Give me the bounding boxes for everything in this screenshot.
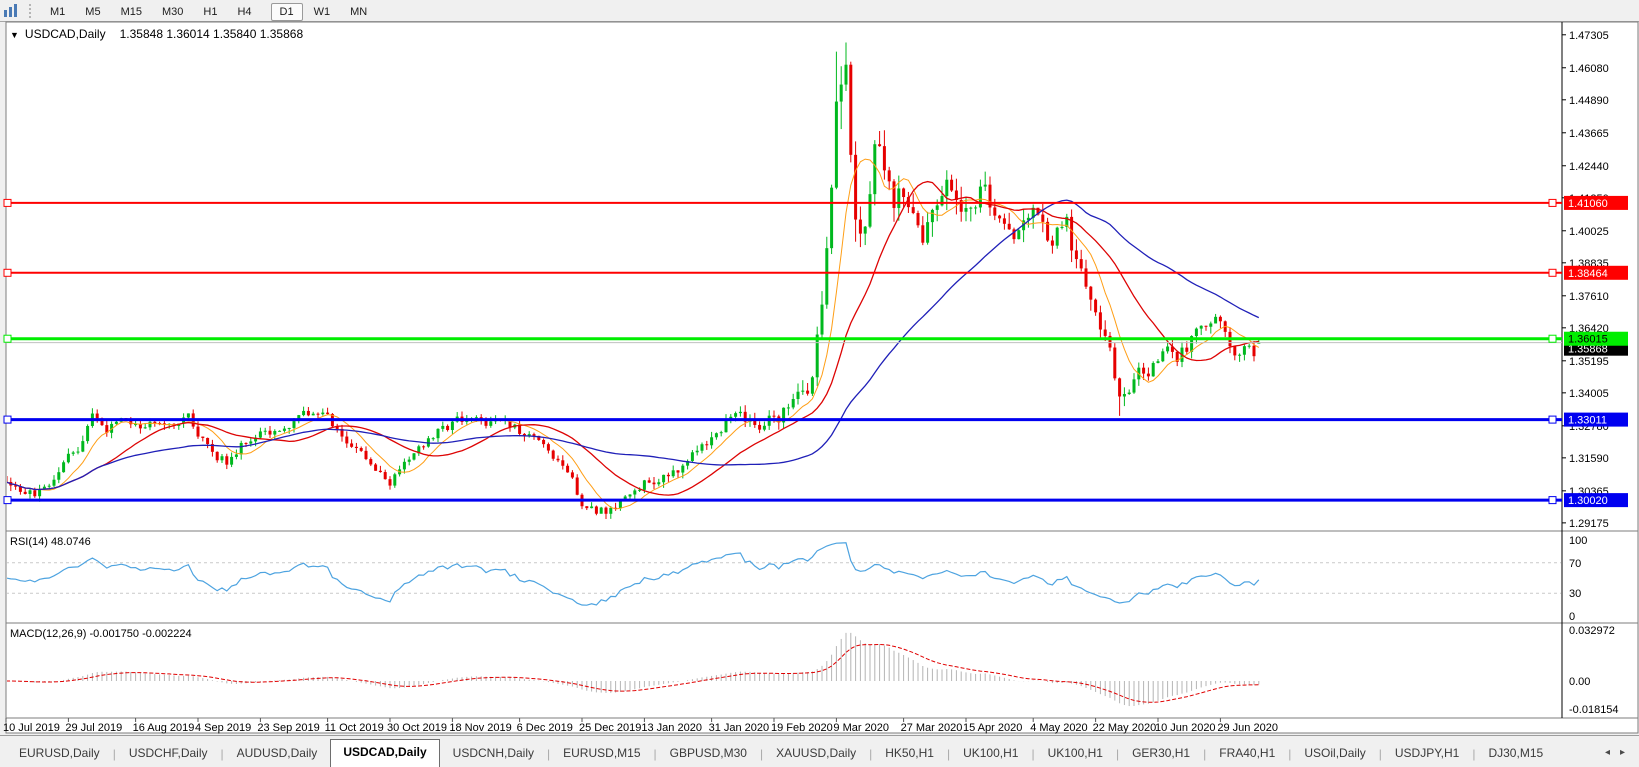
rsi-axis-label: 0 (1569, 611, 1575, 623)
rsi-axis-label: 100 (1569, 535, 1587, 547)
tab-audusd-daily[interactable]: AUDUSD,Daily (224, 740, 331, 767)
tab-ger30-h1[interactable]: GER30,H1 (1119, 740, 1203, 767)
hline-handle[interactable] (3, 496, 12, 505)
hline-handle[interactable] (3, 198, 12, 207)
date-label: 9 Mar 2020 (833, 722, 889, 734)
svg-text:1.33011: 1.33011 (1568, 415, 1607, 427)
price-tick-label: 1.29175 (1569, 518, 1609, 530)
price-tick-label: 1.43665 (1569, 128, 1609, 140)
tab-gbpusd-m30[interactable]: GBPUSD,M30 (657, 740, 760, 767)
date-label: 10 Jul 2019 (3, 722, 60, 734)
hline-handle[interactable] (3, 334, 12, 343)
chart-window-frame (5, 21, 1639, 734)
hline-price-tag-1.38464: 1.38464 (1564, 265, 1628, 280)
price-tick-label: 1.40025 (1569, 226, 1609, 238)
hline-handle[interactable] (1548, 334, 1557, 343)
tab-uk100-h1[interactable]: UK100,H1 (1035, 740, 1116, 767)
hline-handle[interactable] (1548, 496, 1557, 505)
date-label: 23 Sep 2019 (257, 722, 319, 734)
hline-handle[interactable] (3, 415, 12, 424)
chart-header: ▼ USDCAD,Daily 1.35848 1.36014 1.35840 1.3… (10, 27, 303, 41)
svg-text:1.30020: 1.30020 (1568, 495, 1608, 507)
price-tick-label: 1.42440 (1569, 161, 1609, 173)
tab-usoil-daily[interactable]: USOil,Daily (1291, 740, 1378, 767)
rsi-axis-label: 30 (1569, 588, 1581, 600)
svg-text:1.36015: 1.36015 (1568, 334, 1608, 346)
tabs-scroll-left-icon[interactable]: ◂ (1605, 747, 1610, 758)
macd-indicator-label: MACD(12,26,9) -0.001750 -0.002224 (10, 628, 192, 640)
hline-handle[interactable] (1548, 415, 1557, 424)
chart-canvas[interactable]: 1.473051.460801.448901.436651.424401.412… (0, 0, 1639, 735)
tab-eurusd-m15[interactable]: EURUSD,M15 (550, 740, 653, 767)
tab-fra40-h1[interactable]: FRA40,H1 (1206, 740, 1288, 767)
tab-eurusd-daily[interactable]: EURUSD,Daily (6, 740, 113, 767)
tab-usdcnh-daily[interactable]: USDCNH,Daily (440, 740, 547, 767)
date-label: 29 Jun 2020 (1217, 722, 1278, 734)
rsi-value: 48.0746 (50, 536, 91, 548)
date-label: 10 Jun 2020 (1155, 722, 1216, 734)
chart-ohlc-values: 1.35848 1.36014 1.35840 1.35868 (119, 27, 304, 41)
chart-symbol-label: USDCAD,Daily (24, 27, 106, 41)
tabs-navigation: ◂ ▸ (1605, 747, 1625, 758)
hline-price-tag-1.41060: 1.41060 (1564, 195, 1628, 210)
date-label: 31 Jan 2020 (709, 722, 770, 734)
date-label: 18 Nov 2019 (449, 722, 511, 734)
tab-dj30-m15[interactable]: DJ30,M15 (1475, 740, 1556, 767)
price-tick-label: 1.35195 (1569, 356, 1609, 368)
symbol-dropdown-icon[interactable]: ▼ (10, 30, 19, 40)
rsi-axis-label: 70 (1569, 558, 1581, 570)
date-label: 4 May 2020 (1030, 722, 1087, 734)
hline-handle[interactable] (3, 268, 12, 277)
date-label: 22 May 2020 (1093, 722, 1157, 734)
tab-uk100-h1[interactable]: UK100,H1 (950, 740, 1031, 767)
date-label: 30 Oct 2019 (387, 722, 447, 734)
price-tick-label: 1.47305 (1569, 30, 1609, 42)
date-label: 11 Oct 2019 (325, 722, 384, 734)
hline-price-tag-1.33011: 1.33011 (1564, 412, 1628, 427)
tab-hk50-h1[interactable]: HK50,H1 (872, 740, 947, 767)
tab-usdchf-daily[interactable]: USDCHF,Daily (116, 740, 221, 767)
price-tick-label: 1.31590 (1569, 453, 1609, 465)
date-label: 16 Aug 2019 (133, 722, 195, 734)
date-label: 6 Dec 2019 (517, 722, 573, 734)
date-label: 15 Apr 2020 (963, 722, 1022, 734)
hline-price-tag-1.36015: 1.36015 (1564, 331, 1628, 346)
macd-axis-label: 0.032972 (1569, 625, 1615, 637)
rsi-indicator-label: RSI(14) 48.0746 (10, 536, 91, 548)
date-label: 27 Mar 2020 (901, 722, 963, 734)
date-label: 25 Dec 2019 (579, 722, 641, 734)
mt4-window: M1 M5 M15 M30 H1 H4 D1 W1 MN 1.47305 1.46080 1.448… (0, 0, 1639, 767)
hline-handle[interactable] (1548, 198, 1557, 207)
date-label: 29 Jul 2019 (65, 722, 122, 734)
svg-text:1.41060: 1.41060 (1568, 198, 1608, 210)
macd-values: -0.001750 -0.002224 (89, 628, 192, 640)
price-tick-label: 1.44890 (1569, 95, 1609, 107)
tab-usdjpy-h1[interactable]: USDJPY,H1 (1382, 740, 1472, 767)
macd-axis-label: 0.00 (1569, 676, 1590, 688)
date-label: 19 Feb 2020 (771, 722, 833, 734)
tab-usdcad-daily[interactable]: USDCAD,Daily (330, 739, 440, 767)
price-tick-label: 1.37610 (1569, 291, 1609, 303)
tab-xauusd-daily[interactable]: XAUUSD,Daily (763, 740, 869, 767)
chart-tabs: EURUSD,Daily | USDCHF,Daily | AUDUSD,Daily US… (6, 739, 1605, 767)
tabs-scroll-right-icon[interactable]: ▸ (1620, 747, 1625, 758)
macd-axis-label: -0.018154 (1569, 704, 1619, 716)
hline-price-tag-1.30020: 1.30020 (1564, 493, 1628, 508)
price-tick-label: 1.46080 (1569, 63, 1609, 75)
date-label: 4 Sep 2019 (195, 722, 251, 734)
hline-handle[interactable] (1548, 268, 1557, 277)
date-label: 13 Jan 2020 (641, 722, 702, 734)
chart-tabs-bar: EURUSD,Daily | USDCHF,Daily | AUDUSD,Daily US… (0, 735, 1639, 767)
price-tick-label: 1.34005 (1569, 388, 1609, 400)
svg-text:1.38464: 1.38464 (1568, 268, 1608, 280)
